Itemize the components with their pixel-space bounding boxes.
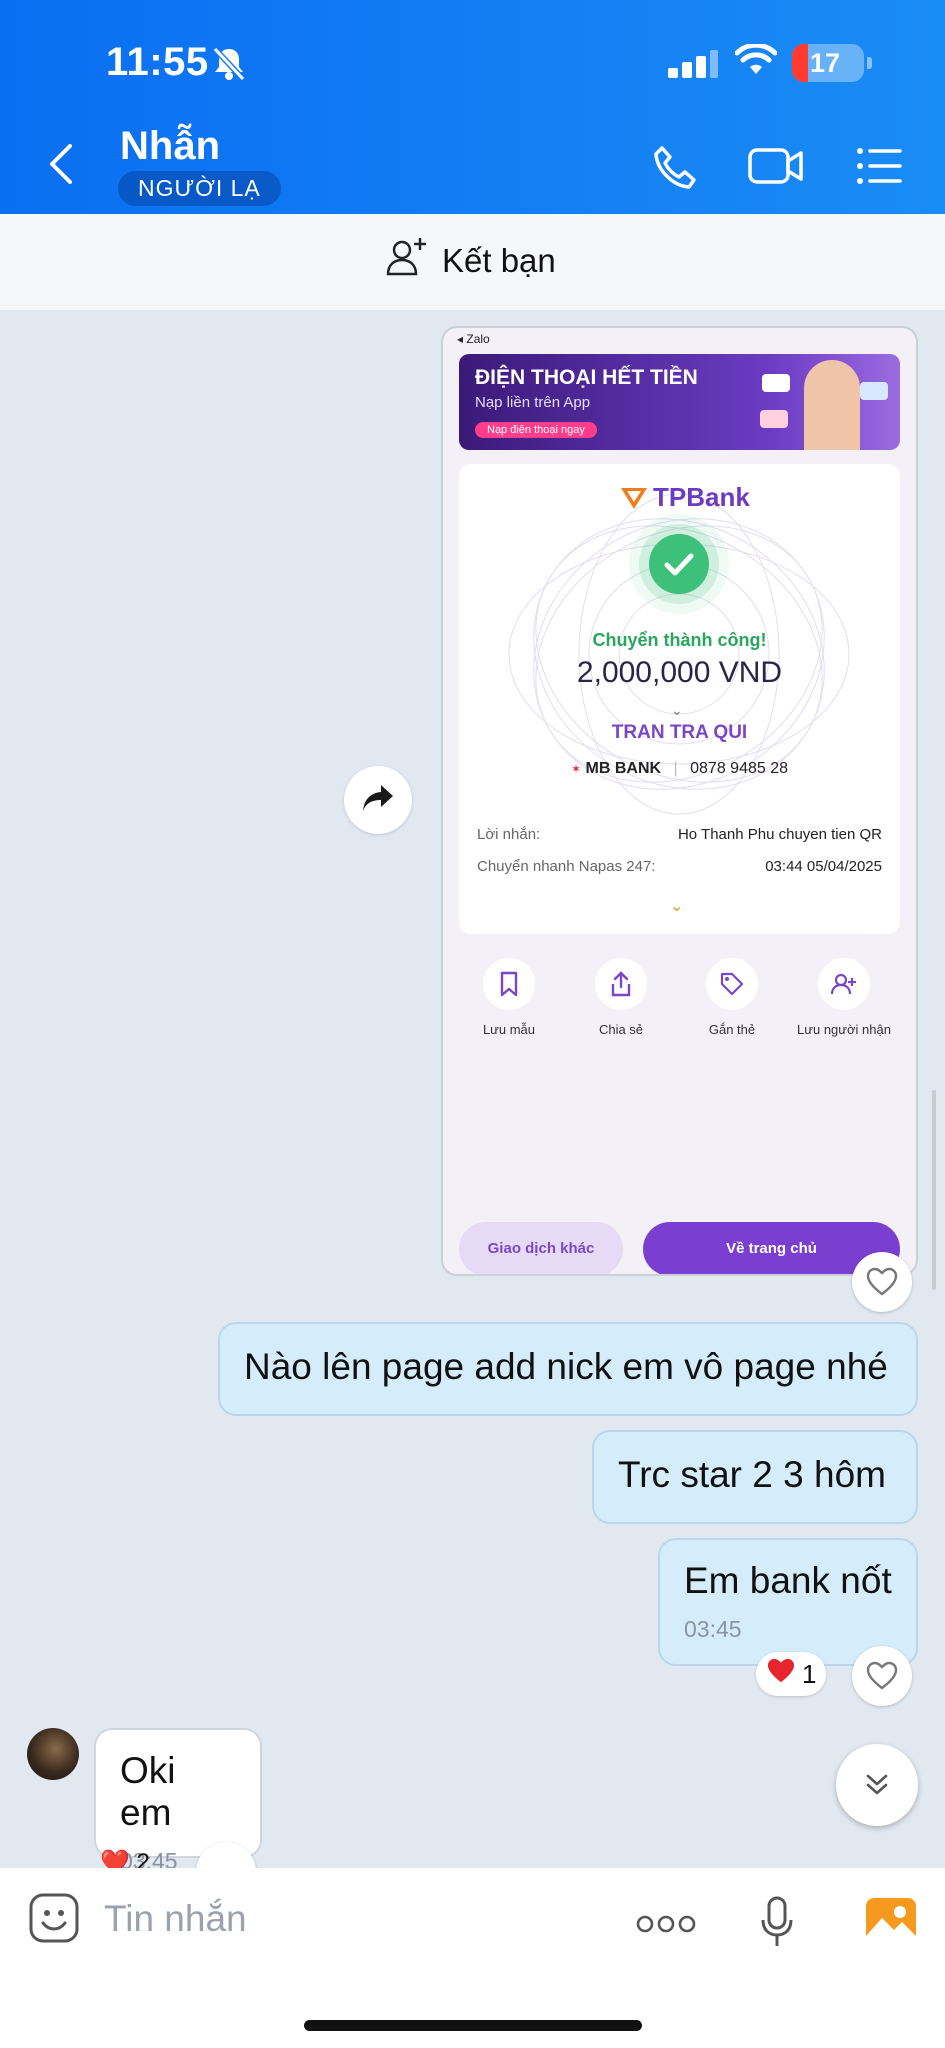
receiver-bank: MB BANK bbox=[585, 760, 662, 777]
share-action: Chia sẻ bbox=[571, 958, 671, 1039]
guilloche-pattern bbox=[508, 493, 850, 815]
battery-icon: 17 bbox=[792, 44, 872, 82]
mb-bank-star-icon: ✶ bbox=[571, 762, 582, 776]
expand-chevron-icon: ⌄ bbox=[670, 898, 684, 915]
message-value: Ho Thanh Phu chuyen tien QR bbox=[677, 826, 882, 843]
battery-level: 17 bbox=[810, 48, 841, 78]
promo-card-illustration bbox=[762, 374, 790, 392]
save-recipient-label: Lưu người nhận bbox=[797, 1022, 891, 1037]
tpbank-logo: TPBank bbox=[619, 482, 750, 513]
microphone-icon[interactable] bbox=[760, 1896, 794, 1953]
scroll-to-bottom-button[interactable] bbox=[836, 1744, 918, 1826]
cellular-signal-icon bbox=[668, 50, 718, 85]
add-recipient-icon bbox=[818, 958, 870, 1010]
status-time: 11:55 bbox=[106, 40, 209, 84]
screenshot-back-label: ◂ Zalo bbox=[457, 332, 490, 346]
sticker-emoji-icon[interactable] bbox=[28, 1892, 80, 1949]
bookmark-icon bbox=[483, 958, 535, 1010]
receiver-account: 0878 9485 28 bbox=[690, 760, 788, 777]
heart-outline-icon bbox=[866, 1267, 898, 1296]
save-template-action: Lưu mẫu bbox=[459, 958, 559, 1039]
outgoing-message[interactable]: Nào lên page add nick em vô page nhé bbox=[218, 1322, 918, 1416]
tag-icon bbox=[706, 958, 758, 1010]
heart-outline-icon bbox=[866, 1661, 898, 1690]
wifi-icon bbox=[734, 42, 778, 83]
reaction-count: 1 bbox=[802, 1658, 817, 1689]
napas-value: 03:44 05/04/2025 bbox=[765, 858, 882, 875]
home-indicator bbox=[304, 2020, 642, 2031]
image-message[interactable]: ◂ Zalo ĐIỆN THOẠI HẾT TIỀN Nạp liền trên… bbox=[441, 326, 918, 1276]
promo-title: ĐIỆN THOẠI HẾT TIỀN bbox=[475, 366, 698, 389]
forward-icon bbox=[361, 783, 395, 818]
message-text: Nào lên page add nick em vô page nhé bbox=[244, 1346, 888, 1387]
add-friend-icon bbox=[386, 236, 428, 286]
save-recipient-action: Lưu người nhận bbox=[794, 958, 894, 1039]
reaction-summary[interactable]: 1 bbox=[756, 1652, 827, 1696]
promo-button: Nạp điện thoại ngay bbox=[475, 422, 597, 438]
message-input-bar: Tin nhắn bbox=[0, 1868, 945, 2048]
promo-card-illustration bbox=[760, 410, 788, 428]
tag-label: Gắn thẻ bbox=[708, 1022, 756, 1037]
receiver-bank-line: ✶ MB BANK | 0878 9485 28 bbox=[459, 760, 900, 778]
promo-subtitle: Nạp liền trên App bbox=[475, 394, 591, 411]
reaction-summary[interactable]: ❤️ 2 bbox=[100, 1848, 150, 1868]
phone-call-icon[interactable] bbox=[652, 144, 698, 195]
napas-label: Chuyển nhanh Napas 247: bbox=[477, 858, 656, 875]
more-options-icon[interactable] bbox=[636, 1914, 696, 1939]
message-input[interactable]: Tin nhắn bbox=[104, 1898, 247, 1940]
receiver-name: TRAN TRA QUI bbox=[611, 722, 748, 743]
receipt-actions: Lưu mẫu Chia sẻ Gắn thẻ Lưu người nhận bbox=[459, 958, 900, 1068]
chat-header: 11:55 17 Nhẫn NGƯỜI LẠ bbox=[0, 0, 945, 214]
transfer-amount: 2,000,000 VND bbox=[576, 656, 783, 689]
promo-person-illustration bbox=[804, 360, 860, 450]
incoming-message[interactable]: Oki em 03:45 bbox=[94, 1728, 262, 1868]
add-friend-bar: Kết bạn bbox=[0, 214, 945, 310]
contact-name[interactable]: Nhẫn bbox=[120, 124, 220, 169]
message-row: Lời nhắn: Ho Thanh Phu chuyen tien QR bbox=[477, 826, 882, 843]
other-transaction-button: Giao dịch khác bbox=[459, 1222, 623, 1274]
message-time: 03:45 bbox=[684, 1616, 742, 1642]
photo-gallery-icon[interactable] bbox=[864, 1896, 918, 1951]
success-check-icon bbox=[649, 534, 709, 594]
outgoing-message[interactable]: Trc star 2 3 hôm bbox=[592, 1430, 918, 1524]
contact-avatar[interactable] bbox=[27, 1728, 79, 1780]
red-heart-icon bbox=[766, 1657, 796, 1692]
message-text: Trc star 2 3 hôm bbox=[618, 1454, 886, 1495]
message-label: Lời nhắn: bbox=[477, 826, 541, 843]
transfer-receipt: TPBank Chuyển thành công! 2,000,000 VND … bbox=[459, 464, 900, 934]
save-template-label: Lưu mẫu bbox=[482, 1022, 536, 1037]
forward-button[interactable] bbox=[344, 766, 412, 834]
back-icon[interactable] bbox=[46, 142, 74, 191]
message-text: Oki em bbox=[120, 1750, 176, 1833]
share-icon bbox=[595, 958, 647, 1010]
video-call-icon[interactable] bbox=[748, 146, 804, 191]
scroll-indicator bbox=[932, 1090, 936, 1290]
success-text: Chuyển thành công! bbox=[592, 630, 767, 650]
react-heart-button[interactable] bbox=[852, 1646, 912, 1706]
divider: | bbox=[673, 760, 678, 777]
react-heart-button[interactable] bbox=[852, 1252, 912, 1312]
chat-options-menu-icon[interactable] bbox=[856, 146, 902, 191]
message-list[interactable]: ◂ Zalo ĐIỆN THOẠI HẾT TIỀN Nạp liền trên… bbox=[0, 310, 945, 1868]
chevron-down-icon: ⌄ bbox=[671, 702, 683, 718]
stranger-badge: NGƯỜI LẠ bbox=[118, 171, 281, 206]
bank-name: TPBank bbox=[653, 482, 750, 512]
promo-banner: ĐIỆN THOẠI HẾT TIỀN Nạp liền trên App Nạ… bbox=[459, 354, 900, 450]
double-chevron-down-icon bbox=[866, 1774, 888, 1795]
message-text: Em bank nốt bbox=[684, 1560, 892, 1601]
promo-card-illustration bbox=[860, 382, 888, 400]
share-label: Chia sẻ bbox=[598, 1022, 644, 1037]
add-friend-button[interactable]: Kết bạn bbox=[386, 236, 556, 286]
tag-action: Gắn thẻ bbox=[682, 958, 782, 1039]
bell-muted-icon bbox=[212, 46, 246, 87]
add-friend-label: Kết bạn bbox=[442, 242, 556, 279]
napas-row: Chuyển nhanh Napas 247: 03:44 05/04/2025 bbox=[477, 858, 882, 875]
